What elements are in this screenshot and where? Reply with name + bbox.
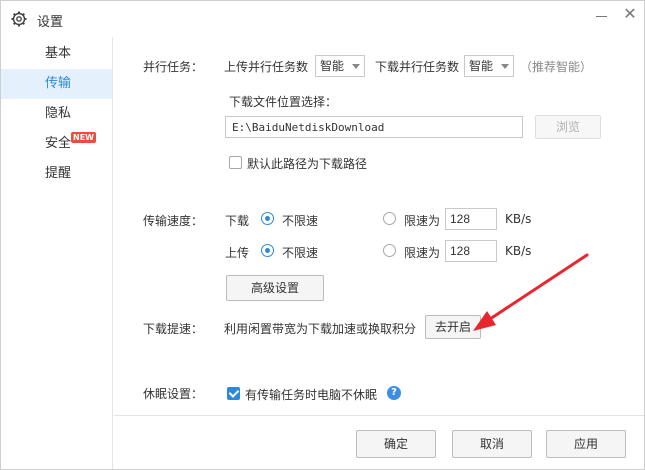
download-limit-radio[interactable] (383, 212, 396, 225)
upload-unlimited-label: 不限速 (282, 246, 319, 260)
ok-button[interactable]: 确定 (356, 430, 436, 458)
download-unlimited-label: 不限速 (282, 214, 319, 228)
chevron-down-icon (501, 64, 509, 69)
apply-button[interactable]: 应用 (546, 430, 626, 458)
settings-content: 并行任务： 上传并行任务数 智能 下载并行任务数 智能 （推荐智能） 下载文件位… (114, 37, 644, 469)
parallel-section-label: 并行任务： (143, 60, 204, 74)
chevron-down-icon (352, 64, 360, 69)
download-path-input[interactable] (225, 116, 523, 138)
download-unit-label: KB/s (505, 212, 532, 226)
boost-section-label: 下载提速： (143, 322, 204, 336)
upload-limit-input[interactable] (445, 240, 497, 262)
upload-limit-radio[interactable] (383, 244, 396, 257)
cancel-button[interactable]: 取消 (452, 430, 532, 458)
download-location-title: 下载文件位置选择： (229, 95, 338, 109)
upload-parallel-label: 上传并行任务数 (224, 60, 309, 74)
no-sleep-label: 有传输任务时电脑不休眠 (245, 388, 378, 402)
sidebar-item-reminder[interactable]: 提醒 (1, 159, 112, 189)
new-badge: NEW (71, 132, 96, 143)
help-icon[interactable]: ? (387, 386, 401, 400)
download-limit-label: 限速为 (404, 214, 441, 228)
sleep-section-label: 休眠设置： (143, 387, 204, 401)
download-limit-input[interactable] (445, 208, 497, 230)
upload-speed-label: 上传 (225, 246, 250, 260)
window-title: 设置 (37, 15, 64, 30)
download-parallel-select[interactable]: 智能 (464, 55, 514, 77)
no-sleep-checkbox[interactable] (227, 387, 240, 400)
sidebar-item-transfer[interactable]: 传输 (1, 69, 112, 99)
gear-icon (11, 11, 27, 27)
minimize-button[interactable] (593, 7, 611, 25)
advanced-settings-button[interactable]: 高级设置 (226, 275, 324, 301)
sidebar-item-security[interactable]: 安全 NEW (1, 129, 112, 159)
upload-limit-label: 限速为 (404, 246, 441, 260)
download-parallel-label: 下载并行任务数 (375, 60, 460, 74)
browse-button[interactable]: 浏览 (535, 115, 601, 139)
close-button[interactable]: ✕ (621, 5, 639, 23)
parallel-hint: （推荐智能） (520, 60, 593, 74)
download-speed-label: 下载 (225, 214, 250, 228)
sidebar-item-privacy[interactable]: 隐私 (1, 99, 112, 129)
upload-unit-label: KB/s (505, 244, 532, 258)
default-path-label: 默认此路径为下载路径 (247, 157, 368, 171)
enable-boost-button[interactable]: 去开启 (425, 315, 481, 339)
footer-divider (114, 415, 644, 416)
upload-unlimited-radio[interactable] (261, 244, 274, 257)
upload-parallel-select[interactable]: 智能 (315, 55, 365, 77)
sidebar: 基本 传输 隐私 安全 NEW 提醒 (1, 37, 113, 469)
download-unlimited-radio[interactable] (261, 212, 274, 225)
title-bar: 设置 ✕ (1, 1, 644, 37)
sidebar-item-basic[interactable]: 基本 (1, 39, 112, 69)
boost-description: 利用闲置带宽为下载加速或换取积分 (224, 322, 417, 336)
settings-window: 设置 ✕ 基本 传输 隐私 安全 NEW 提醒 并行任务： 上传并行任务数 智能… (0, 0, 645, 470)
default-path-checkbox[interactable] (229, 156, 242, 169)
speed-section-label: 传输速度： (143, 214, 204, 228)
